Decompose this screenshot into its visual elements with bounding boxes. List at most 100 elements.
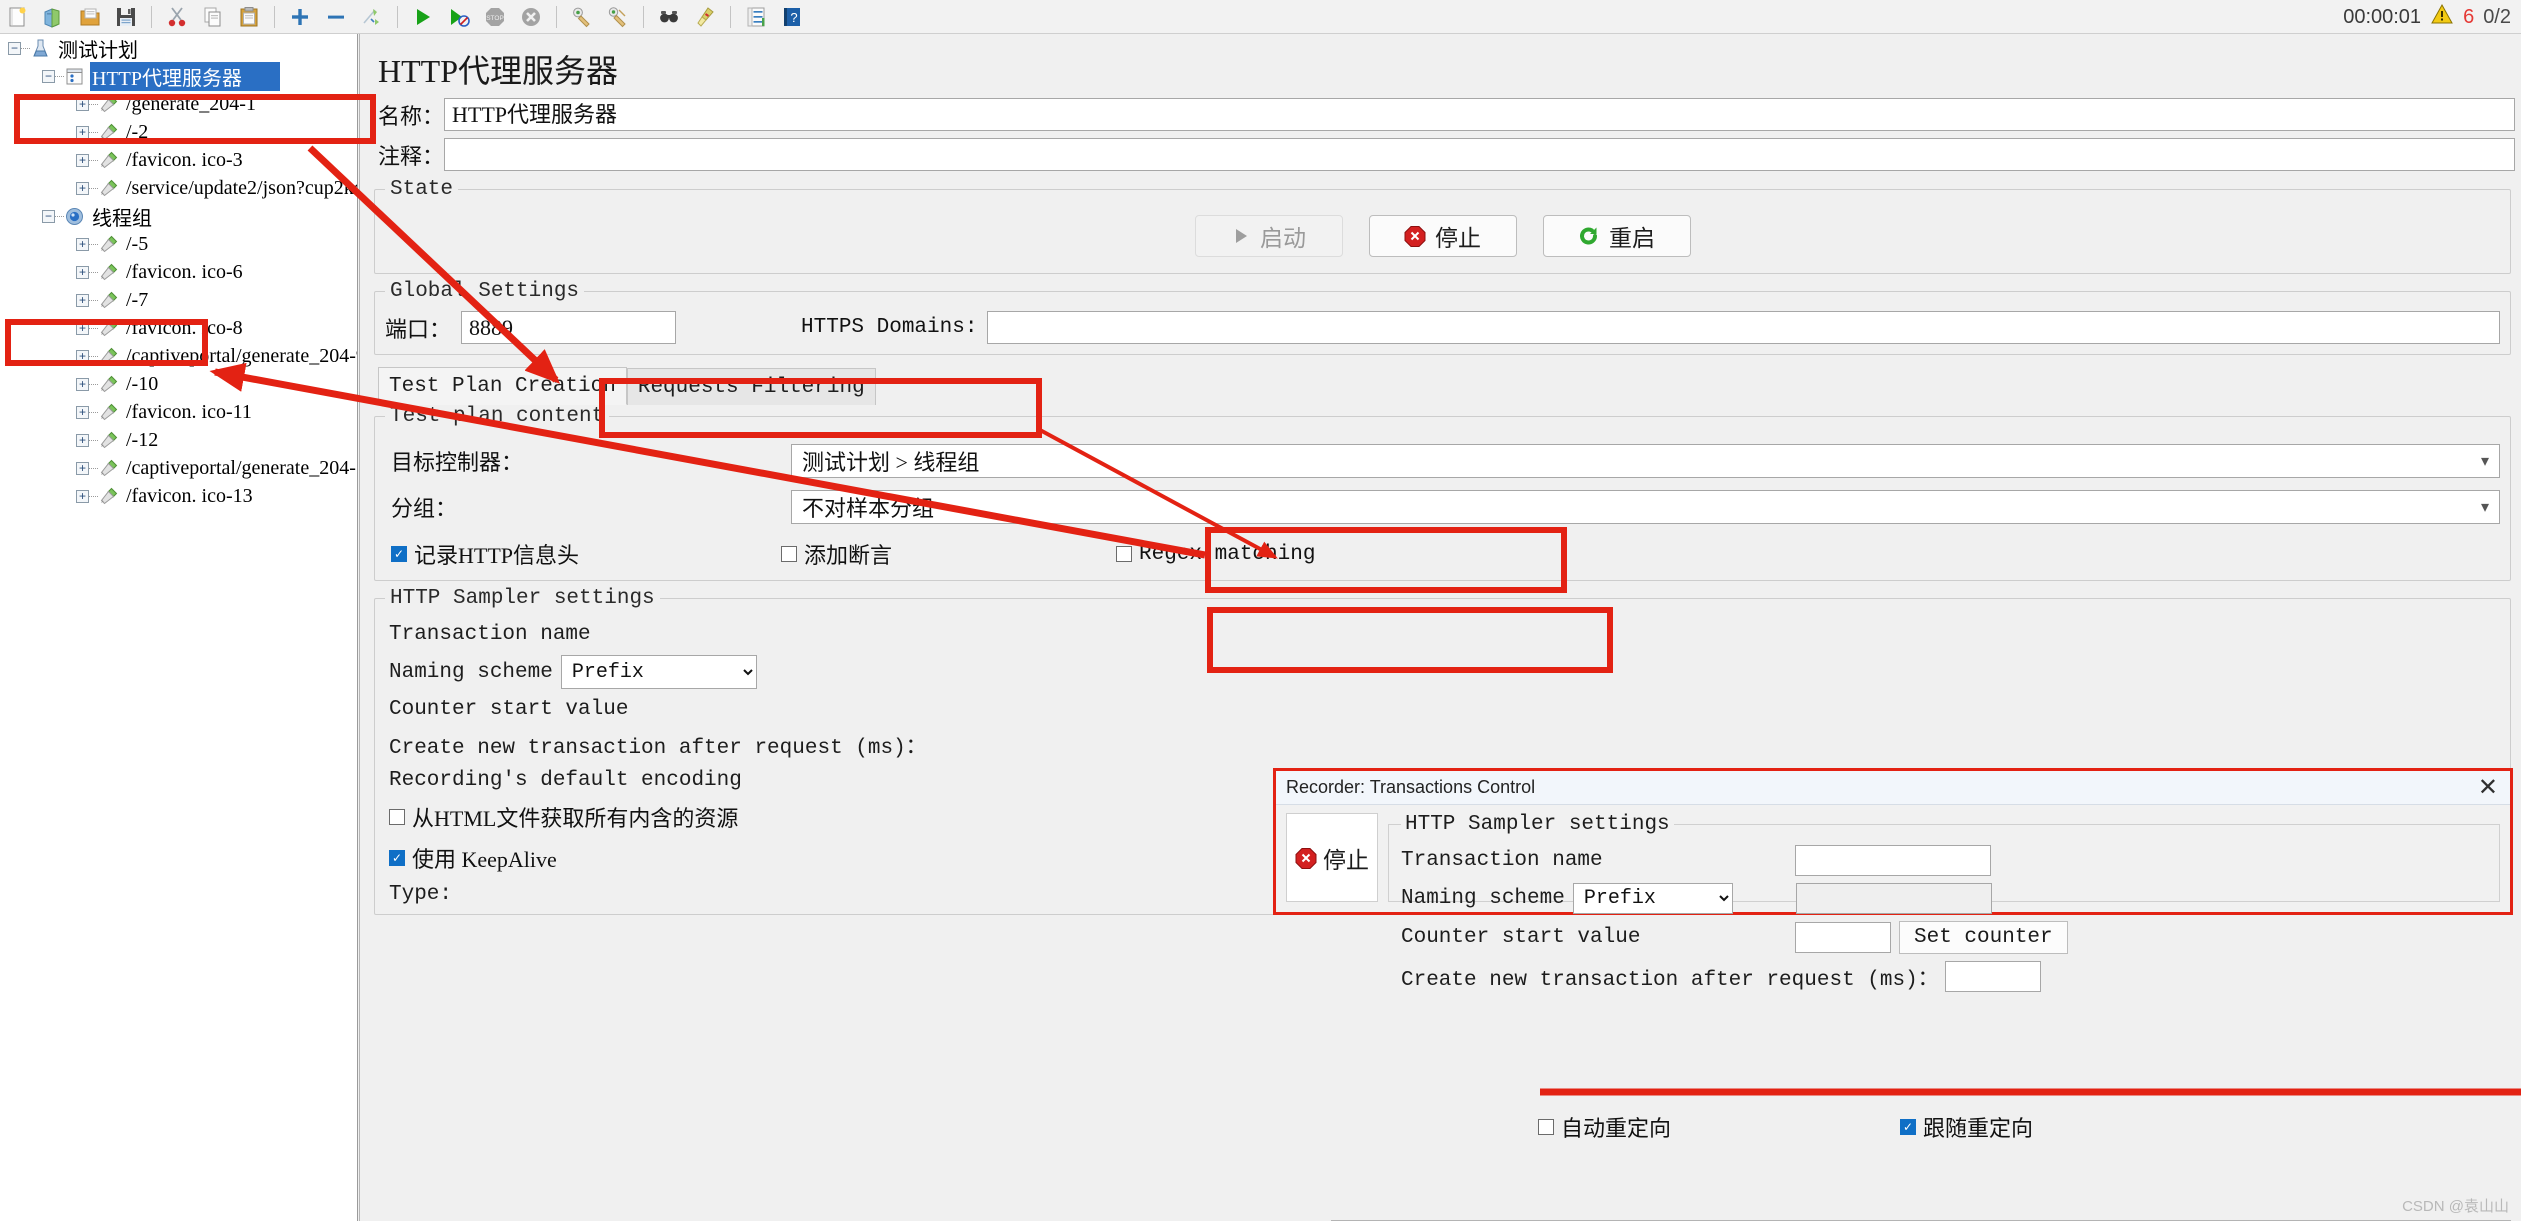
- new-icon[interactable]: [0, 2, 36, 32]
- grouping-value: 不对样本分组: [802, 496, 935, 521]
- dialog-naming-prefix-input: [1795, 883, 1992, 914]
- open-icon[interactable]: [72, 2, 108, 32]
- reset-search-icon[interactable]: [687, 2, 723, 32]
- tree-node[interactable]: − 线程组: [0, 202, 357, 230]
- save-icon[interactable]: [108, 2, 144, 32]
- tab-test-plan-creation[interactable]: Test Plan Creation: [378, 367, 627, 405]
- expand-node-icon[interactable]: +: [76, 265, 89, 279]
- grouping-label: 分组：: [391, 496, 458, 521]
- dialog-naming-scheme-select[interactable]: Prefix: [1572, 883, 1733, 914]
- checkbox-box: [391, 546, 407, 562]
- expand-all-icon[interactable]: [282, 2, 318, 32]
- expand-node-icon[interactable]: +: [76, 349, 89, 363]
- https-domains-input[interactable]: [987, 311, 2500, 344]
- recorded-sampler-icon: [98, 318, 119, 339]
- tree-node[interactable]: + /-7: [0, 286, 357, 314]
- expand-node-icon[interactable]: +: [76, 377, 89, 391]
- expand-node-icon[interactable]: +: [76, 153, 89, 167]
- tree-node[interactable]: + /favicon. ico-3: [0, 146, 357, 174]
- thread-group-icon: [64, 206, 85, 227]
- tree-node[interactable]: − HTTP代理服务器: [0, 61, 357, 91]
- test-plan-icon: [30, 38, 51, 59]
- collapse-node-icon[interactable]: −: [42, 209, 55, 223]
- tree-node[interactable]: + /favicon. ico-11: [0, 398, 357, 426]
- recorded-sampler-icon: [98, 178, 119, 199]
- copy-icon[interactable]: [195, 2, 231, 32]
- recorded-sampler-icon: [98, 458, 119, 479]
- tree-node[interactable]: + /-10: [0, 370, 357, 398]
- tree-node[interactable]: + /favicon. ico-13: [0, 482, 357, 510]
- tree-node[interactable]: + /captiveportal/generate_204-14: [0, 454, 357, 482]
- clear-icon[interactable]: [564, 2, 600, 32]
- tree-node[interactable]: + /favicon. ico-6: [0, 258, 357, 286]
- capture-http-headers-checkbox[interactable]: 记录HTTP信息头: [391, 538, 781, 570]
- tree-node-label: /captiveportal/generate_204-14: [126, 456, 358, 479]
- toolbar-run-group: STOP: [405, 2, 549, 32]
- comment-input[interactable]: [444, 138, 2515, 171]
- tree-node[interactable]: + /-12: [0, 426, 357, 454]
- follow-redirect-checkbox[interactable]: 跟随重定向: [1900, 1111, 2033, 1143]
- regex-matching-checkbox[interactable]: Regex matching: [1116, 543, 1315, 566]
- test-plan-tree[interactable]: − 测试计划 − HTTP代理服务器 +/generate_204-1 +/-2 +/fav…: [0, 34, 358, 1221]
- expand-node-icon[interactable]: +: [76, 181, 89, 195]
- add-assertions-checkbox[interactable]: 添加断言: [781, 538, 1116, 570]
- close-icon[interactable]: ✕: [2478, 775, 2498, 800]
- shutdown-icon[interactable]: [513, 2, 549, 32]
- dialog-transaction-name-input[interactable]: [1795, 845, 1991, 876]
- tree-connector: [89, 327, 98, 329]
- target-controller-label: 目标控制器：: [391, 450, 524, 475]
- tree-node[interactable]: + /favicon. ico-8: [0, 314, 357, 342]
- cut-icon[interactable]: [159, 2, 195, 32]
- clear-all-icon[interactable]: [600, 2, 636, 32]
- expand-node-icon[interactable]: +: [76, 293, 89, 307]
- tree-node[interactable]: + /-5: [0, 230, 357, 258]
- tree-connector: [55, 75, 64, 77]
- dialog-stop-button[interactable]: 停止: [1295, 841, 1369, 875]
- dialog-counter-start-input[interactable]: [1795, 922, 1891, 953]
- dialog-create-new-transaction-input[interactable]: [1944, 961, 2041, 992]
- expand-node-icon[interactable]: +: [76, 125, 89, 139]
- target-controller-combo[interactable]: 测试计划 > 线程组 ▾: [791, 444, 2500, 478]
- start-icon[interactable]: [405, 2, 441, 32]
- toolbar-search-group: [651, 2, 723, 32]
- tree-node[interactable]: − 测试计划: [0, 34, 357, 62]
- set-counter-button[interactable]: Set counter: [1899, 921, 2068, 954]
- tab-requests-filtering[interactable]: Requests Filtering: [626, 368, 876, 405]
- naming-scheme-select[interactable]: Prefix: [560, 655, 757, 689]
- collapse-all-icon[interactable]: [318, 2, 354, 32]
- restart-button[interactable]: 重启: [1542, 215, 1691, 257]
- start-button[interactable]: 启动: [1194, 215, 1343, 257]
- transaction-name-row: Transaction name: [389, 623, 2500, 646]
- expand-node-icon[interactable]: +: [76, 433, 89, 447]
- auto-redirect-checkbox[interactable]: 自动重定向: [1538, 1111, 1671, 1143]
- grouping-combo[interactable]: 不对样本分组 ▾: [791, 490, 2500, 524]
- stop-button[interactable]: 停止: [1368, 215, 1517, 257]
- paste-icon[interactable]: [231, 2, 267, 32]
- collapse-node-icon[interactable]: −: [8, 41, 21, 55]
- expand-node-icon[interactable]: +: [76, 461, 89, 475]
- name-input[interactable]: HTTP代理服务器: [444, 98, 2515, 131]
- tree-node[interactable]: + /captiveportal/generate_204-9: [0, 342, 357, 370]
- naming-scheme-row: Naming scheme Prefix: [389, 655, 2500, 689]
- expand-node-icon[interactable]: +: [76, 321, 89, 335]
- collapse-node-icon[interactable]: −: [42, 69, 55, 83]
- expand-node-icon[interactable]: +: [76, 237, 89, 251]
- expand-node-icon[interactable]: +: [76, 489, 89, 503]
- stop-button-label: 停止: [1435, 226, 1481, 251]
- tree-node[interactable]: + /-2: [0, 118, 357, 146]
- warning-triangle-icon[interactable]: [2430, 3, 2454, 31]
- tree-node[interactable]: + /generate_204-1: [0, 90, 357, 118]
- test-plan-checkbox-row: 记录HTTP信息头 添加断言 Regex matching: [391, 538, 2500, 570]
- stop-icon[interactable]: STOP: [477, 2, 513, 32]
- toggle-icon[interactable]: [354, 2, 390, 32]
- start-no-pauses-icon[interactable]: [441, 2, 477, 32]
- function-helper-icon[interactable]: [738, 2, 774, 32]
- port-input[interactable]: 8889: [461, 311, 677, 344]
- tree-connector: [89, 131, 98, 133]
- tree-node[interactable]: + /service/update2/json?cup2key=: [0, 174, 357, 202]
- search-icon[interactable]: [651, 2, 687, 32]
- templates-icon[interactable]: [36, 2, 72, 32]
- expand-node-icon[interactable]: +: [76, 405, 89, 419]
- help-icon[interactable]: ?: [774, 2, 810, 32]
- expand-node-icon[interactable]: +: [76, 97, 89, 111]
